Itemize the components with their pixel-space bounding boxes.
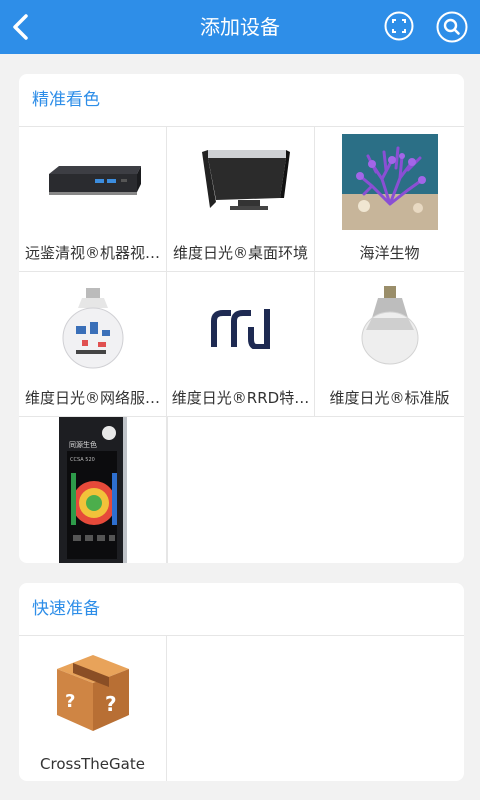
mystery-box-icon: ? ? xyxy=(56,655,129,731)
scan-button[interactable] xyxy=(384,11,414,41)
svg-text:?: ? xyxy=(65,691,75,712)
back-chevron-icon xyxy=(13,14,28,40)
mini-pc-icon xyxy=(48,166,141,195)
device-label: 维度日光®标准版 xyxy=(329,389,450,407)
section-card-quick-prep: 快速准备 ? ? CrossTheGate xyxy=(19,583,464,781)
device-label: 远鉴清视®机器视… xyxy=(24,244,160,262)
section-title: 快速准备 xyxy=(19,583,464,636)
device-tile[interactable]: 维度日光®桌面环境 xyxy=(167,127,315,272)
device-tile[interactable]: 维度日光®RRD特… xyxy=(167,272,315,417)
device-label: 维度日光®桌面环境 xyxy=(172,244,308,262)
search-button[interactable] xyxy=(436,11,468,43)
device-tile[interactable]: 维度日光®网络服… xyxy=(19,272,167,417)
rrd-logo-icon xyxy=(210,309,270,349)
app-header: 添加设备 xyxy=(0,0,480,54)
monitor-hood-icon xyxy=(201,150,290,210)
device-tile[interactable]: ? ? CrossTheGate xyxy=(19,636,167,781)
device-label: 海洋生物 xyxy=(359,244,420,262)
device-label: 维度日光®网络服… xyxy=(24,389,160,407)
svg-text:?: ? xyxy=(105,692,117,716)
empty-grid-space xyxy=(167,417,464,563)
back-button[interactable] xyxy=(6,9,42,45)
device-label: CrossTheGate xyxy=(40,755,145,773)
scan-icon xyxy=(384,11,414,41)
device-label: 维度日光®RRD特… xyxy=(171,389,310,407)
device-screen-text: CCSA 520 xyxy=(70,457,95,463)
device-tile[interactable]: 海洋生物 xyxy=(315,127,464,272)
section-title: 精准看色 xyxy=(19,74,464,127)
device-tile[interactable]: 同源生色 CCSA 520 xyxy=(19,417,167,563)
led-bulb-icon xyxy=(361,286,418,365)
smart-bulb-icon xyxy=(62,288,123,369)
colorimeter-device-icon: 同源生色 CCSA 520 xyxy=(59,417,127,563)
device-brand-text: 同源生色 xyxy=(69,440,97,449)
device-tile[interactable]: 维度日光®标准版 xyxy=(315,272,464,417)
coral-photo-icon xyxy=(341,134,438,230)
section-card-precise-color: 精准看色 远鉴清视®机器视… 维度日光®桌面环境 海洋生物 维度日光®网络服… … xyxy=(19,74,464,563)
device-tile[interactable]: 远鉴清视®机器视… xyxy=(19,127,167,272)
search-icon xyxy=(436,11,468,43)
